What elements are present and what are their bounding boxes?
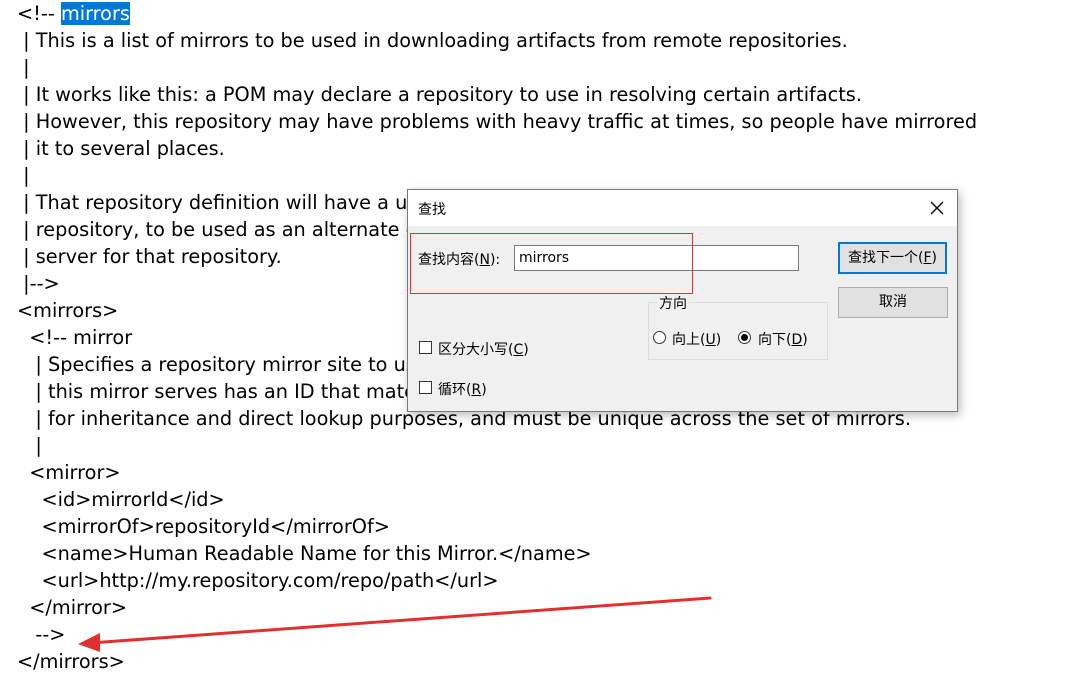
editor-line: <url>http://my.repository.com/repo/path<… bbox=[17, 569, 499, 592]
wrap-around-checkbox[interactable] bbox=[419, 381, 432, 394]
editor-line: | This is a list of mirrors to be used i… bbox=[17, 29, 848, 52]
wrap-around-label[interactable]: 循环(R) bbox=[438, 379, 487, 399]
editor-line: <name>Human Readable Name for this Mirro… bbox=[17, 542, 592, 565]
editor-line: | bbox=[17, 56, 30, 79]
direction-up-radio[interactable] bbox=[653, 331, 666, 344]
direction-group: 方向 向上(U) 向下(D) bbox=[648, 293, 828, 360]
direction-up-label[interactable]: 向上(U) bbox=[672, 329, 721, 349]
editor-line: </mirror> bbox=[17, 596, 128, 619]
match-case-label[interactable]: 区分大小写(C) bbox=[438, 339, 529, 359]
find-next-button[interactable]: 查找下一个(F) bbox=[838, 242, 947, 274]
annotation-highlight-box bbox=[410, 233, 693, 294]
match-case-checkbox[interactable] bbox=[419, 341, 432, 354]
editor-line: <mirror> bbox=[17, 461, 121, 484]
editor-line: | It works like this: a POM may declare … bbox=[17, 83, 862, 106]
editor-line: | bbox=[17, 434, 42, 457]
search-match-highlight: mirrors bbox=[60, 2, 130, 25]
editor-line: |--> bbox=[17, 272, 60, 295]
editor-line: --> bbox=[17, 623, 66, 646]
editor-line: <id>mirrorId</id> bbox=[17, 488, 225, 511]
editor-line: | bbox=[17, 164, 30, 187]
editor-line: <!-- mirrors bbox=[17, 2, 130, 25]
dialog-title: 查找 bbox=[418, 202, 446, 218]
direction-down-label[interactable]: 向下(D) bbox=[758, 329, 808, 349]
dialog-titlebar[interactable]: 查找 bbox=[408, 190, 957, 226]
find-dialog: 查找 查找内容(N): mirrors 查找下一个(F) 取消 方向 向上(U)… bbox=[407, 189, 958, 412]
editor-line: | it to several places. bbox=[17, 137, 225, 160]
editor-line: <mirrorOf>repositoryId</mirrorOf> bbox=[17, 515, 390, 538]
cancel-button[interactable]: 取消 bbox=[838, 287, 948, 318]
editor-line: | server for that repository. bbox=[17, 245, 282, 268]
editor-line: </mirrors> bbox=[17, 650, 125, 673]
editor-line: <mirrors> bbox=[17, 299, 119, 322]
editor-line: | However, this repository may have prob… bbox=[17, 110, 978, 133]
close-icon[interactable] bbox=[927, 198, 947, 218]
direction-label: 方向 bbox=[657, 293, 689, 313]
editor-line: <!-- mirror bbox=[17, 326, 133, 349]
direction-down-radio[interactable] bbox=[738, 331, 751, 344]
